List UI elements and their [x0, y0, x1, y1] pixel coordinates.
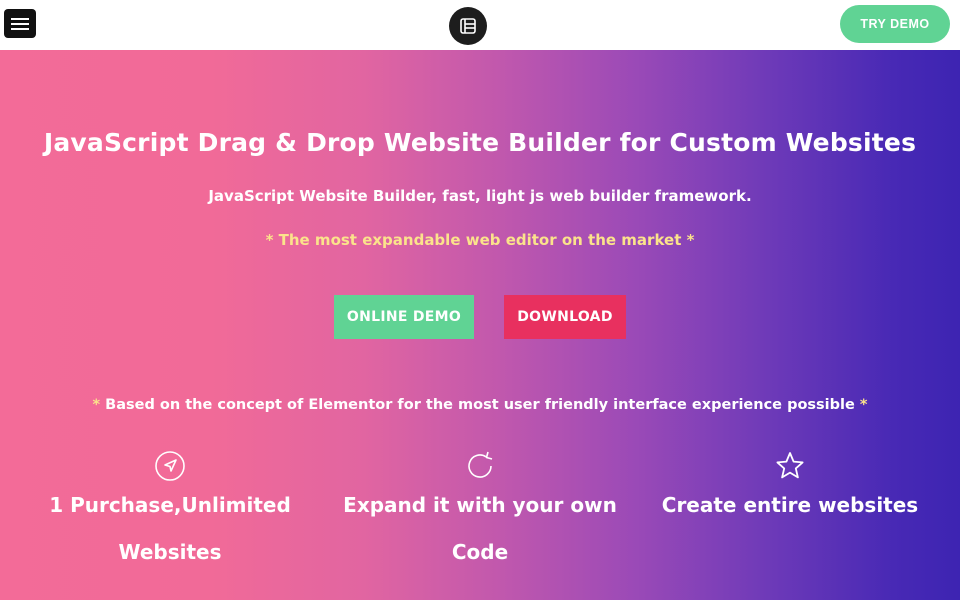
- top-header: TRY DEMO: [0, 0, 960, 50]
- feature-unlimited-websites: 1 Purchase,Unlimited Websites: [40, 450, 300, 576]
- hero-subtitle: JavaScript Website Builder, fast, light …: [208, 187, 752, 205]
- feature-expand-code: Expand it with your own Code: [340, 450, 620, 576]
- menu-button[interactable]: [4, 9, 36, 38]
- builder-logo-icon: [460, 18, 476, 34]
- concept-star-left: *: [92, 397, 101, 413]
- concept-text: * Based on the concept of Elementor for …: [0, 397, 960, 413]
- try-demo-button[interactable]: TRY DEMO: [840, 5, 950, 43]
- concept-body: Based on the concept of Elementor for th…: [100, 397, 860, 413]
- online-demo-button[interactable]: ONLINE DEMO: [334, 295, 474, 339]
- hero-title: JavaScript Drag & Drop Website Builder f…: [43, 128, 917, 157]
- feature-entire-websites: Create entire websites: [660, 450, 920, 529]
- hero-tagline: * The most expandable web editor on the …: [265, 231, 695, 249]
- feature-title: 1 Purchase,Unlimited Websites: [49, 493, 291, 564]
- refresh-icon: [468, 451, 493, 478]
- download-button[interactable]: DOWNLOAD: [504, 295, 626, 339]
- star-icon: [776, 452, 804, 479]
- site-logo[interactable]: [449, 7, 487, 45]
- concept-star-right: *: [859, 397, 868, 413]
- feature-title: Create entire websites: [661, 493, 919, 517]
- hamburger-icon: [11, 17, 29, 30]
- navigation-arrow-icon: [155, 451, 185, 481]
- feature-title: Expand it with your own Code: [343, 493, 617, 564]
